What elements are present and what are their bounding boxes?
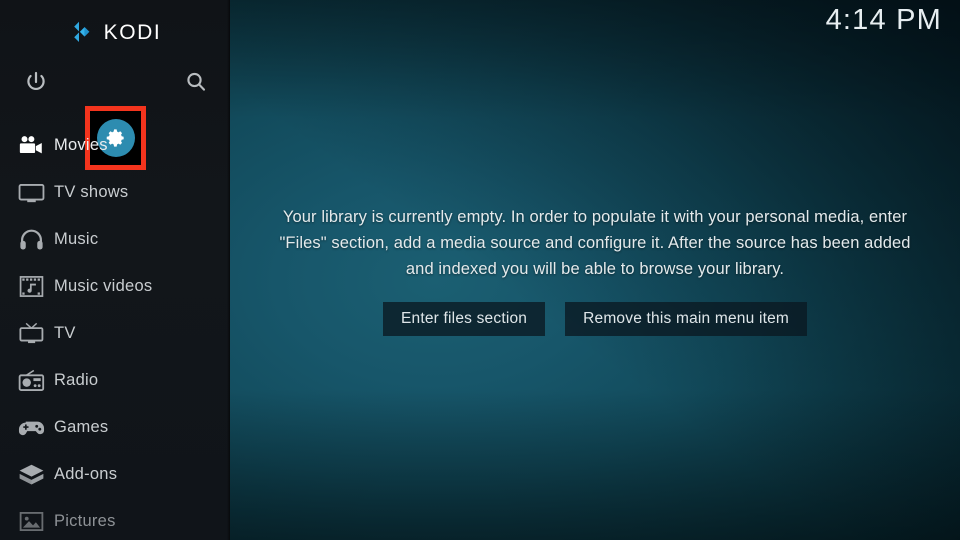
sidebar-item-music[interactable]: Music (0, 216, 230, 263)
sidebar-item-tv-shows[interactable]: TV shows (0, 169, 230, 216)
sidebar-item-label: TV shows (54, 183, 129, 201)
empty-library-message: Your library is currently empty. In orde… (279, 208, 911, 278)
sidebar-item-label: Games (54, 418, 109, 436)
remove-main-menu-item-button[interactable]: Remove this main menu item (565, 302, 808, 336)
search-icon (187, 72, 206, 91)
sidebar-item-radio[interactable]: Radio (0, 357, 230, 404)
sidebar-item-label: Add-ons (54, 465, 118, 483)
movie-camera-icon (8, 135, 54, 157)
gamepad-icon (8, 418, 54, 438)
clock: 4:14 PM (825, 4, 942, 36)
enter-files-section-button[interactable]: Enter files section (382, 302, 546, 336)
sidebar-item-music-videos[interactable]: Music videos (0, 263, 230, 310)
power-button[interactable] (10, 56, 62, 108)
sidebar-item-movies[interactable]: Movies (0, 122, 230, 169)
sidebar-item-games[interactable]: Games (0, 404, 230, 451)
sidebar: KODI Movies TV shows Music Music videos … (0, 0, 230, 540)
sidebar-item-label: Radio (54, 371, 99, 389)
app-logo-text: KODI (103, 20, 162, 44)
radio-icon (8, 369, 54, 392)
main-menu: Movies TV shows Music Music videos TV Ra… (0, 122, 230, 540)
addon-box-icon (8, 463, 54, 486)
television-icon (8, 322, 54, 345)
power-icon (27, 71, 45, 91)
sidebar-top-actions (0, 56, 230, 170)
picture-icon (8, 511, 54, 532)
monitor-icon (8, 182, 54, 204)
film-music-icon (8, 275, 54, 298)
sidebar-item-label: TV (54, 324, 76, 342)
headphones-icon (8, 228, 54, 251)
kodi-diamond-logo-icon (69, 19, 95, 45)
sidebar-item-label: Pictures (54, 512, 116, 530)
sidebar-item-tv[interactable]: TV (0, 310, 230, 357)
kodi-home-screen: 4:14 PM KODI Movies TV shows Music Music… (0, 0, 960, 540)
sidebar-item-add-ons[interactable]: Add-ons (0, 451, 230, 498)
main-content: Your library is currently empty. In orde… (230, 0, 960, 540)
sidebar-item-label: Music (54, 230, 99, 248)
sidebar-item-label: Music videos (54, 277, 153, 295)
search-button[interactable] (170, 56, 222, 108)
sidebar-item-label: Movies (54, 136, 108, 154)
action-button-row: Enter files section Remove this main men… (382, 302, 808, 336)
app-logo: KODI (0, 16, 230, 48)
sidebar-item-pictures[interactable]: Pictures (0, 498, 230, 540)
